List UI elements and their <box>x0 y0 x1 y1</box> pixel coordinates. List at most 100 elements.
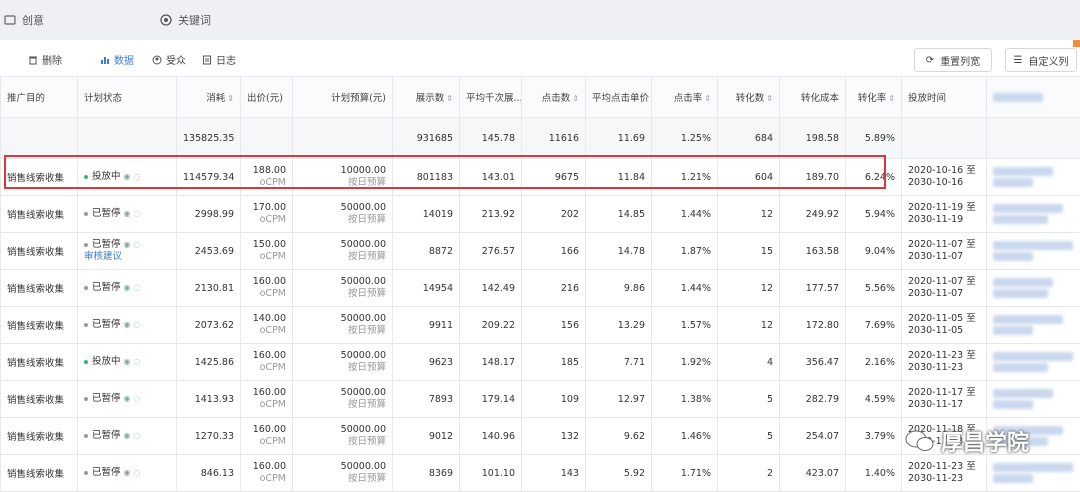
cell-bid[interactable]: 188.00oCPM <box>241 159 293 196</box>
toggle-icon[interactable]: ◉ <box>124 239 131 251</box>
audience-button[interactable]: 受众 <box>152 52 186 67</box>
cell-status: 已暂停◉◌ <box>78 381 177 418</box>
more-icon[interactable]: ◌ <box>134 282 141 294</box>
log-button[interactable]: 日志 <box>202 52 236 67</box>
time-end: 2030-10-16 <box>908 177 980 189</box>
budget-type: 按日预算 <box>299 251 386 263</box>
more-icon[interactable]: ◌ <box>134 467 141 479</box>
cell-budget[interactable]: 50000.00按日预算 <box>293 418 393 455</box>
table-row[interactable]: 销售线索收集已暂停◉◌2998.99170.00oCPM50000.00按日预算… <box>1 196 1080 233</box>
col-cpa[interactable]: 转化成本 <box>780 77 846 118</box>
cell-bid[interactable]: 170.00oCPM <box>241 196 293 233</box>
more-icon[interactable]: ◌ <box>134 430 141 442</box>
col-goal: 推广目的 <box>1 77 78 118</box>
cell-bid[interactable]: 160.00oCPM <box>241 344 293 381</box>
col-cpc[interactable]: 平均点击单价 <box>586 77 652 118</box>
toggle-icon[interactable]: ◉ <box>124 356 131 368</box>
col-cost-label: 消耗 <box>206 93 225 104</box>
cell-cpc: 7.71 <box>586 344 652 381</box>
col-cost[interactable]: 消耗⇕ <box>177 77 241 118</box>
data-label: 数据 <box>114 52 134 67</box>
toggle-icon[interactable]: ◉ <box>124 208 131 220</box>
toggle-icon[interactable]: ◉ <box>124 282 131 294</box>
col-cvr[interactable]: 转化率⇕ <box>846 77 902 118</box>
custom-columns-button[interactable]: ☰ 自定义列 <box>1005 48 1077 72</box>
col-clicks[interactable]: 点击数⇕ <box>522 77 586 118</box>
status-text: 已暂停 <box>92 467 121 478</box>
table-row[interactable]: 销售线索收集已暂停◉◌审核建议2453.69150.00oCPM50000.00… <box>1 233 1080 270</box>
more-icon[interactable]: ◌ <box>134 239 141 251</box>
table-row[interactable]: 销售线索收集已暂停◉◌2130.81160.00oCPM50000.00按日预算… <box>1 270 1080 307</box>
sum-ctr: 1.25% <box>652 118 718 159</box>
more-icon[interactable]: ◌ <box>134 171 141 183</box>
status-dot <box>84 286 88 290</box>
tab-creative[interactable]: 创意 <box>4 12 44 28</box>
cell-goal: 销售线索收集 <box>1 233 78 270</box>
table-row[interactable]: 销售线索收集已暂停◉◌846.13160.00oCPM50000.00按日预算8… <box>1 455 1080 492</box>
cell-budget[interactable]: 50000.00按日预算 <box>293 455 393 492</box>
cell-bid[interactable]: 160.00oCPM <box>241 455 293 492</box>
cell-budget[interactable]: 10000.00按日预算 <box>293 159 393 196</box>
col-blurred <box>987 77 1080 118</box>
col-ctr[interactable]: 点击率⇕ <box>652 77 718 118</box>
cell-cvr: 9.04% <box>846 233 902 270</box>
more-icon[interactable]: ◌ <box>134 356 141 368</box>
cell-budget[interactable]: 50000.00按日预算 <box>293 381 393 418</box>
tab-keywords[interactable]: 关键词 <box>160 12 211 28</box>
table-row[interactable]: 销售线索收集已暂停◉◌2073.62140.00oCPM50000.00按日预算… <box>1 307 1080 344</box>
cell-impr: 801183 <box>393 159 460 196</box>
cell-goal: 销售线索收集 <box>1 307 78 344</box>
target-icon <box>160 14 172 26</box>
cell-ctr: 1.44% <box>652 270 718 307</box>
bid-value: 160.00 <box>247 387 286 399</box>
cell-budget[interactable]: 50000.00按日预算 <box>293 270 393 307</box>
budget-type: 按日预算 <box>299 362 386 374</box>
more-icon[interactable]: ◌ <box>134 319 141 331</box>
table-row[interactable]: 销售线索收集投放中◉◌114579.34188.00oCPM10000.00按日… <box>1 159 1080 196</box>
review-advice-link[interactable]: 审核建议 <box>84 251 170 263</box>
budget-value: 50000.00 <box>299 461 386 473</box>
status-text: 已暂停 <box>92 319 121 330</box>
cell-bid[interactable]: 160.00oCPM <box>241 418 293 455</box>
col-impr[interactable]: 展示数⇕ <box>393 77 460 118</box>
table-row[interactable]: 销售线索收集已暂停◉◌1413.93160.00oCPM50000.00按日预算… <box>1 381 1080 418</box>
data-view-button[interactable]: 数据 <box>100 52 134 67</box>
time-end: 2030-11-07 <box>908 288 980 300</box>
reset-column-width-button[interactable]: ⟳ 重置列宽 <box>914 48 992 72</box>
blurred-text <box>993 278 1053 287</box>
cell-bid[interactable]: 140.00oCPM <box>241 307 293 344</box>
table-toolbar: 删除 数据 受众 日志 ⟳ 重置列宽 ☰ 自定义列 <box>0 40 1080 76</box>
audience-label: 受众 <box>166 52 186 67</box>
cell-bid[interactable]: 160.00oCPM <box>241 381 293 418</box>
more-icon[interactable]: ◌ <box>134 393 141 405</box>
cell-budget[interactable]: 50000.00按日预算 <box>293 196 393 233</box>
cell-conv: 12 <box>718 307 780 344</box>
cell-budget[interactable]: 50000.00按日预算 <box>293 233 393 270</box>
blurred-header <box>993 93 1043 102</box>
toggle-icon[interactable]: ◉ <box>124 467 131 479</box>
sort-icon: ⇕ <box>704 94 711 103</box>
cell-cpc: 9.86 <box>586 270 652 307</box>
table-row[interactable]: 销售线索收集投放中◉◌1425.86160.00oCPM50000.00按日预算… <box>1 344 1080 381</box>
cell-bid[interactable]: 150.00oCPM <box>241 233 293 270</box>
toggle-icon[interactable]: ◉ <box>124 171 131 183</box>
budget-value: 50000.00 <box>299 239 386 251</box>
cell-cpm: 142.49 <box>460 270 522 307</box>
cell-cpc: 5.92 <box>586 455 652 492</box>
col-cpc-label: 平均点击单价 <box>592 93 649 104</box>
cell-clicks: 132 <box>522 418 586 455</box>
col-conv[interactable]: 转化数⇕ <box>718 77 780 118</box>
budget-value: 50000.00 <box>299 387 386 399</box>
col-cpm[interactable]: 平均千次展... <box>460 77 522 118</box>
cell-budget[interactable]: 50000.00按日预算 <box>293 307 393 344</box>
blurred-text <box>993 215 1048 224</box>
sort-icon: ⇕ <box>446 94 453 103</box>
toggle-icon[interactable]: ◉ <box>124 393 131 405</box>
more-icon[interactable]: ◌ <box>134 208 141 220</box>
toggle-icon[interactable]: ◉ <box>124 319 131 331</box>
cell-cpa: 356.47 <box>780 344 846 381</box>
delete-button[interactable]: 删除 <box>28 52 62 67</box>
cell-bid[interactable]: 160.00oCPM <box>241 270 293 307</box>
cell-budget[interactable]: 50000.00按日预算 <box>293 344 393 381</box>
toggle-icon[interactable]: ◉ <box>124 430 131 442</box>
